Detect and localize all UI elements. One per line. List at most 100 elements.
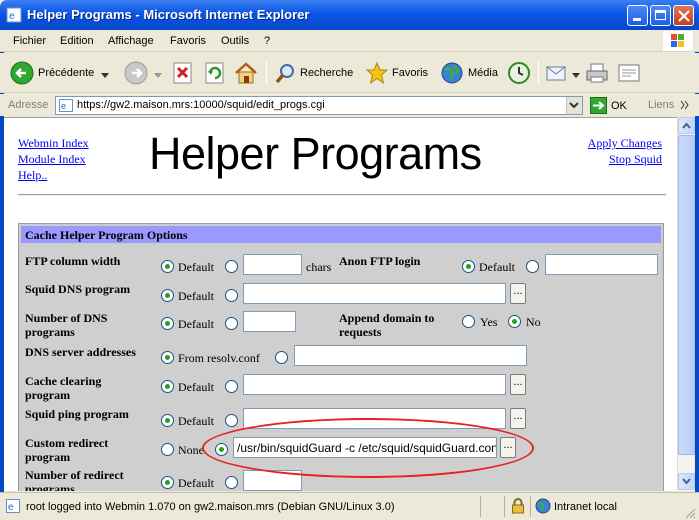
home-icon	[235, 62, 257, 84]
status-text: root logged into Webmin 1.070 on gw2.mai…	[26, 501, 395, 513]
squid-ping-browse-button[interactable]: ...	[510, 408, 526, 429]
append-no-label: No	[526, 315, 541, 329]
menu-help[interactable]: ?	[264, 35, 270, 47]
status-bar: e root logged into Webmin 1.070 on gw2.m…	[0, 492, 699, 520]
cache-clearing-input[interactable]	[243, 374, 506, 395]
num-redirect-custom-radio[interactable]	[225, 476, 238, 489]
num-dns-default-radio[interactable]	[161, 317, 174, 330]
help-link[interactable]: Help..	[18, 168, 47, 182]
mail-dropdown-icon[interactable]	[572, 73, 580, 79]
forward-dropdown-icon[interactable]	[154, 73, 162, 79]
ftp-column-custom-radio[interactable]	[225, 260, 238, 273]
mail-button[interactable]	[545, 57, 569, 89]
left-links: Webmin Index Module Index Help..	[18, 136, 89, 184]
custom-redirect-none-radio[interactable]	[161, 443, 174, 456]
svg-text:e: e	[8, 502, 14, 513]
stop-squid-link[interactable]: Stop Squid	[609, 152, 662, 166]
windows-logo-icon	[663, 31, 693, 51]
num-dns-input[interactable]	[243, 311, 296, 332]
num-redirect-default-radio[interactable]	[161, 476, 174, 489]
close-button[interactable]	[673, 5, 694, 26]
security-zone: Intranet local	[554, 501, 617, 513]
anon-ftp-custom-radio[interactable]	[526, 260, 539, 273]
go-button[interactable]: OK	[590, 97, 627, 114]
home-button[interactable]	[234, 57, 258, 89]
favorites-button[interactable]: Favoris	[366, 57, 428, 89]
back-button[interactable]: Précédente	[10, 57, 94, 89]
squid-ping-default-radio[interactable]	[161, 414, 174, 427]
refresh-icon	[205, 62, 224, 84]
history-button[interactable]	[507, 57, 531, 89]
refresh-button[interactable]	[204, 57, 226, 89]
status-divider-3	[530, 496, 531, 517]
lock-icon	[512, 498, 524, 514]
ie-page-icon: e	[6, 7, 22, 23]
stop-button[interactable]	[172, 57, 194, 89]
cache-clearing-label: Cache clearing program	[25, 374, 102, 402]
webmin-index-link[interactable]: Webmin Index	[18, 136, 89, 150]
ftp-column-suffix: chars	[306, 260, 332, 274]
scroll-thumb[interactable]	[678, 135, 695, 455]
back-arrow-icon	[10, 61, 34, 85]
go-arrow-icon	[590, 97, 607, 114]
maximize-button[interactable]	[650, 5, 671, 26]
squid-dns-custom-radio[interactable]	[225, 289, 238, 302]
ftp-column-input[interactable]	[243, 254, 302, 275]
address-dropdown-button[interactable]	[566, 97, 582, 114]
num-dns-custom-radio[interactable]	[225, 317, 238, 330]
squid-dns-browse-button[interactable]: ...	[510, 283, 526, 304]
anon-ftp-default-radio[interactable]	[462, 260, 475, 273]
append-no-radio[interactable]	[508, 315, 521, 328]
search-button[interactable]: Recherche	[274, 57, 353, 89]
dns-servers-custom-radio[interactable]	[275, 351, 288, 364]
squid-ping-custom-radio[interactable]	[225, 414, 238, 427]
squid-dns-input[interactable]	[243, 283, 506, 304]
arrow-up-icon	[682, 122, 691, 129]
printer-icon	[586, 63, 608, 83]
custom-redirect-none-label: None	[178, 443, 204, 457]
cache-clearing-browse-button[interactable]: ...	[510, 374, 526, 395]
squid-dns-default-radio[interactable]	[161, 289, 174, 302]
menu-fichier[interactable]: Fichier	[13, 35, 46, 47]
intranet-icon	[535, 498, 551, 514]
menu-outils[interactable]: Outils	[221, 35, 249, 47]
address-url: https://gw2.maison.mrs:10000/squid/edit_…	[77, 99, 325, 111]
ftp-column-label: FTP column width	[25, 254, 121, 268]
menu-affichage[interactable]: Affichage	[108, 35, 154, 47]
module-index-link[interactable]: Module Index	[18, 152, 86, 166]
page-status-icon: e	[6, 499, 20, 513]
num-dns-default-label: Default	[178, 317, 214, 331]
menu-edition[interactable]: Edition	[60, 35, 94, 47]
stop-icon	[173, 62, 192, 84]
num-redirect-label: Number of redirect programs	[25, 468, 124, 491]
ftp-column-default-radio[interactable]	[161, 260, 174, 273]
resize-grip-icon[interactable]	[684, 507, 696, 519]
page-content: Webmin Index Module Index Help.. Helper …	[4, 117, 677, 491]
forward-button[interactable]	[124, 57, 148, 89]
links-toolbar[interactable]: Liens	[648, 99, 674, 111]
media-button[interactable]: Média	[440, 57, 498, 89]
cache-clearing-custom-radio[interactable]	[225, 380, 238, 393]
scroll-up-button[interactable]	[678, 117, 695, 134]
back-label: Précédente	[38, 67, 95, 79]
cache-clearing-default-radio[interactable]	[161, 380, 174, 393]
back-dropdown-icon[interactable]	[101, 73, 109, 79]
squid-dns-default-label: Default	[178, 289, 214, 303]
menu-favoris[interactable]: Favoris	[170, 35, 206, 47]
dns-servers-input[interactable]	[294, 345, 527, 366]
print-button[interactable]	[585, 57, 609, 89]
section-header: Cache Helper Program Options	[21, 226, 661, 243]
anon-ftp-default-label: Default	[479, 260, 515, 274]
right-links: Apply Changes Stop Squid	[588, 136, 662, 168]
append-yes-radio[interactable]	[462, 315, 475, 328]
apply-changes-link[interactable]: Apply Changes	[588, 136, 662, 150]
address-input[interactable]: e https://gw2.maison.mrs:10000/squid/edi…	[55, 96, 583, 115]
anon-ftp-input[interactable]	[545, 254, 658, 275]
dns-servers-resolv-radio[interactable]	[161, 351, 174, 364]
edit-button[interactable]	[617, 57, 641, 89]
go-label: OK	[611, 99, 627, 112]
vertical-scrollbar[interactable]	[677, 117, 695, 491]
scroll-down-button[interactable]	[678, 473, 695, 490]
minimize-button[interactable]	[627, 5, 648, 26]
chevron-right-icon[interactable]	[680, 100, 690, 110]
